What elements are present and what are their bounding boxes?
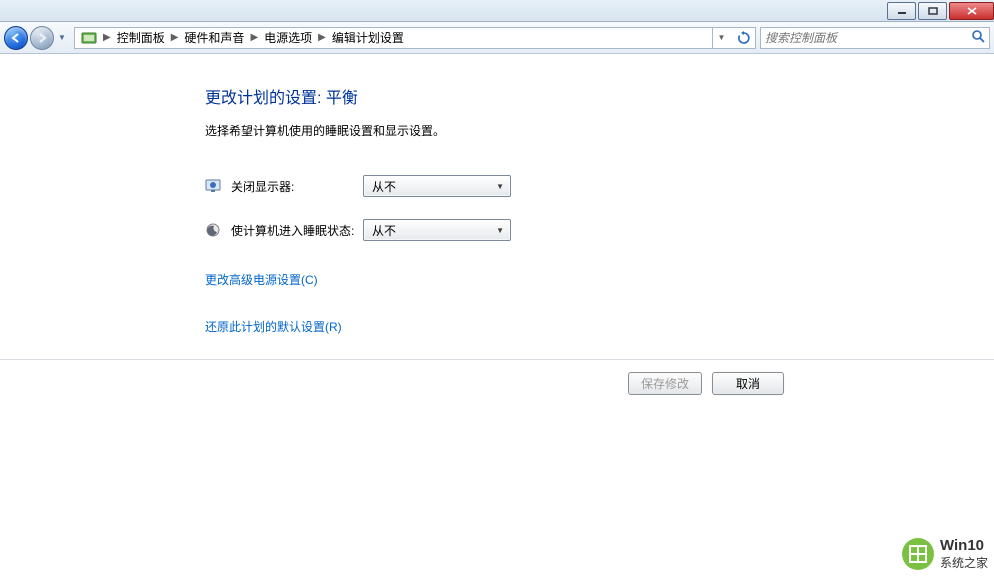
maximize-button[interactable]: [918, 2, 947, 20]
select-value: 从不: [372, 222, 396, 239]
control-panel-icon: [81, 30, 97, 46]
window-controls: [885, 2, 994, 20]
page-heading: 更改计划的设置: 平衡: [205, 84, 994, 108]
minimize-button[interactable]: [887, 2, 916, 20]
breadcrumb-bar[interactable]: ▶ 控制面板 ▶ 硬件和声音 ▶ 电源选项 ▶ 编辑计划设置 ▼: [74, 27, 732, 49]
cancel-button[interactable]: 取消: [712, 372, 784, 395]
display-icon: [205, 178, 221, 194]
watermark-text: Win10 系统之家: [940, 537, 988, 571]
watermark-line1: Win10: [940, 537, 988, 554]
search-box[interactable]: [760, 27, 990, 49]
navigation-bar: ▼ ▶ 控制面板 ▶ 硬件和声音 ▶ 电源选项 ▶ 编辑计划设置 ▼: [0, 22, 994, 54]
select-value: 从不: [372, 178, 396, 195]
display-off-label: 关闭显示器:: [231, 178, 363, 195]
setting-row-display-off: 关闭显示器: 从不 ▼: [205, 175, 994, 197]
links-block: 更改高级电源设置(C) 还原此计划的默认设置(R): [205, 271, 994, 349]
watermark-logo-icon: [902, 538, 934, 570]
page-subtext: 选择希望计算机使用的睡眠设置和显示设置。: [205, 122, 994, 139]
forward-button[interactable]: [30, 26, 54, 50]
breadcrumb-arrow-icon[interactable]: ▶: [316, 32, 328, 43]
breadcrumb-dropdown-icon[interactable]: ▼: [712, 27, 730, 49]
sleep-select[interactable]: 从不 ▼: [363, 219, 511, 241]
back-button[interactable]: [4, 26, 28, 50]
refresh-button[interactable]: [732, 27, 756, 49]
watermark-line2: 系统之家: [940, 554, 988, 571]
search-input[interactable]: [765, 31, 967, 45]
content-area: 更改计划的设置: 平衡 选择希望计算机使用的睡眠设置和显示设置。 关闭显示器: …: [0, 54, 994, 349]
breadcrumb-seg-hardware[interactable]: 硬件和声音: [180, 29, 248, 46]
search-icon[interactable]: [971, 29, 985, 46]
window-titlebar: [0, 0, 994, 22]
watermark: Win10 系统之家: [902, 537, 988, 571]
chevron-down-icon: ▼: [496, 226, 504, 235]
display-off-select[interactable]: 从不 ▼: [363, 175, 511, 197]
breadcrumb-arrow-icon[interactable]: ▶: [101, 32, 113, 43]
restore-defaults-link[interactable]: 还原此计划的默认设置(R): [205, 318, 342, 335]
sleep-icon: [205, 222, 221, 238]
setting-row-sleep: 使计算机进入睡眠状态: 从不 ▼: [205, 219, 994, 241]
breadcrumb-seg-power[interactable]: 电源选项: [260, 29, 316, 46]
advanced-settings-link[interactable]: 更改高级电源设置(C): [205, 271, 318, 288]
breadcrumb-arrow-icon[interactable]: ▶: [248, 32, 260, 43]
save-button: 保存修改: [628, 372, 702, 395]
breadcrumb-arrow-icon[interactable]: ▶: [169, 32, 181, 43]
nav-history-dropdown[interactable]: ▼: [56, 33, 68, 42]
footer-buttons: 保存修改 取消: [0, 359, 994, 395]
breadcrumb-seg-control-panel[interactable]: 控制面板: [113, 29, 169, 46]
chevron-down-icon: ▼: [496, 182, 504, 191]
close-button[interactable]: [949, 2, 994, 20]
nav-buttons: ▼: [4, 26, 68, 50]
sleep-label: 使计算机进入睡眠状态:: [231, 222, 363, 239]
breadcrumb-seg-edit-plan[interactable]: 编辑计划设置: [328, 29, 408, 46]
